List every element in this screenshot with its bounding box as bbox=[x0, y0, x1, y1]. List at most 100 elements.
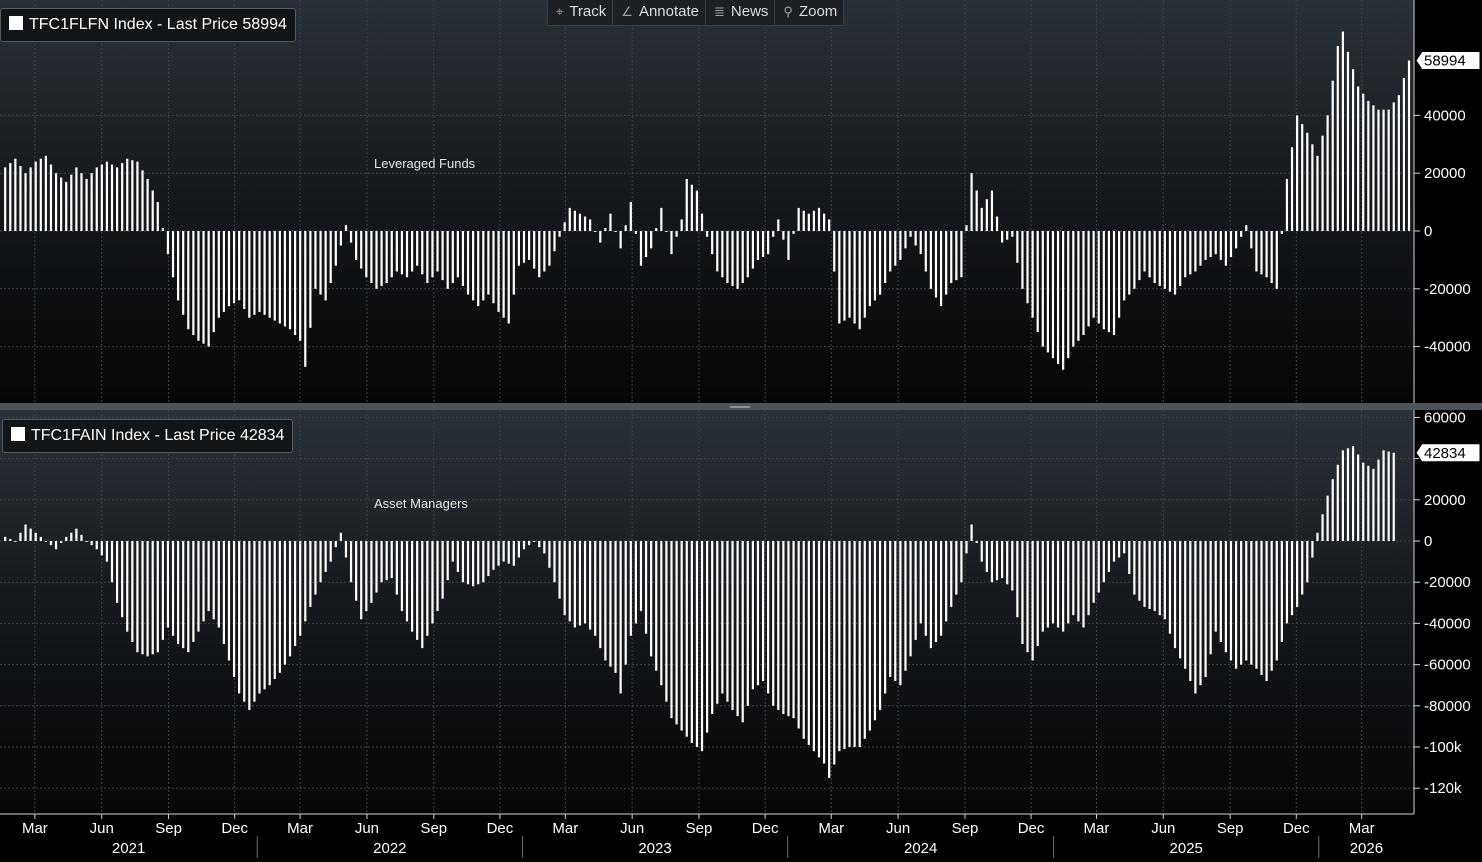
bar bbox=[690, 184, 693, 231]
bar bbox=[75, 167, 78, 231]
bar bbox=[349, 231, 353, 243]
bar bbox=[1194, 541, 1197, 694]
bar bbox=[1260, 231, 1263, 275]
bar bbox=[1112, 231, 1116, 336]
annotate-button[interactable]: ∠ Annotate bbox=[613, 0, 706, 25]
track-button[interactable]: ⌖ Track bbox=[548, 0, 614, 25]
bar bbox=[1011, 541, 1014, 591]
bar bbox=[527, 541, 531, 546]
bar bbox=[522, 231, 526, 263]
bar bbox=[385, 541, 388, 581]
bar bbox=[660, 541, 663, 686]
bar bbox=[1214, 231, 1217, 255]
bar bbox=[141, 170, 144, 231]
bar bbox=[1224, 541, 1228, 653]
bar bbox=[548, 541, 551, 568]
bar bbox=[212, 231, 215, 333]
x-tick-label: Sep bbox=[1217, 820, 1244, 837]
x-tick-label: Jun bbox=[620, 820, 644, 837]
bar bbox=[746, 231, 749, 278]
bar bbox=[1357, 86, 1360, 231]
bar bbox=[970, 524, 973, 541]
bar bbox=[985, 199, 988, 231]
bar bbox=[1209, 541, 1212, 655]
bar bbox=[1016, 541, 1019, 618]
bottom-legend[interactable]: TFC1FAIN Index - Last Price 42834 bbox=[2, 419, 294, 453]
bar bbox=[1163, 541, 1166, 620]
bar bbox=[151, 541, 154, 655]
bar bbox=[80, 173, 83, 231]
x-year-label: 2022 bbox=[373, 840, 406, 857]
bar bbox=[314, 541, 317, 595]
bar bbox=[1062, 231, 1065, 370]
bar bbox=[573, 210, 576, 231]
y-tick-label: 20000 bbox=[1424, 165, 1466, 182]
bar bbox=[1392, 102, 1395, 232]
bar bbox=[436, 231, 439, 272]
bar bbox=[843, 541, 846, 750]
bar bbox=[807, 541, 810, 745]
bar bbox=[319, 231, 322, 295]
bar bbox=[914, 231, 917, 246]
bar bbox=[253, 231, 256, 315]
bar bbox=[329, 541, 332, 562]
x-tick-label: Jun bbox=[90, 820, 114, 837]
bar bbox=[1062, 541, 1065, 632]
bar bbox=[70, 174, 73, 231]
bar bbox=[1092, 541, 1095, 603]
bar bbox=[899, 231, 902, 260]
bar bbox=[1240, 541, 1243, 665]
bar bbox=[304, 541, 307, 622]
top-series-label: Leveraged Funds bbox=[374, 156, 476, 171]
bar bbox=[426, 231, 429, 284]
bar bbox=[1362, 462, 1365, 541]
bar bbox=[14, 541, 17, 542]
magnifier-icon: ⚲ bbox=[783, 4, 793, 19]
bar bbox=[385, 231, 388, 284]
bar bbox=[767, 541, 770, 694]
bar bbox=[777, 541, 780, 710]
bar bbox=[975, 190, 978, 231]
bar bbox=[1311, 541, 1314, 558]
x-tick-label: Sep bbox=[686, 820, 713, 837]
bar bbox=[706, 231, 709, 237]
bar bbox=[248, 541, 251, 710]
bar bbox=[1387, 451, 1390, 541]
bar bbox=[421, 541, 424, 649]
bar bbox=[1138, 541, 1141, 601]
bar bbox=[1357, 454, 1360, 541]
bar bbox=[146, 541, 149, 657]
bar bbox=[589, 219, 592, 231]
bar bbox=[533, 231, 536, 269]
bar bbox=[619, 541, 622, 694]
bar bbox=[248, 231, 251, 318]
zoom-button[interactable]: ⚲ Zoom bbox=[775, 0, 843, 25]
bar bbox=[1016, 231, 1019, 263]
x-tick-label: Mar bbox=[1084, 820, 1110, 837]
bar bbox=[288, 541, 292, 657]
bar bbox=[187, 541, 190, 653]
bar bbox=[838, 231, 841, 324]
bar bbox=[665, 541, 668, 702]
bar bbox=[360, 541, 363, 620]
bar bbox=[1270, 541, 1273, 671]
bar bbox=[950, 231, 953, 284]
bar bbox=[990, 190, 994, 231]
bar bbox=[889, 231, 892, 272]
bar bbox=[614, 231, 617, 232]
bar bbox=[670, 541, 673, 719]
bar bbox=[680, 219, 683, 231]
top-legend[interactable]: TFC1FLFN Index - Last Price 58994 bbox=[0, 8, 296, 42]
bar bbox=[4, 536, 7, 541]
bar bbox=[110, 164, 114, 231]
bar bbox=[309, 231, 312, 328]
x-year-label: 2026 bbox=[1350, 840, 1383, 857]
bar bbox=[105, 541, 109, 562]
news-button[interactable]: ≣ News bbox=[706, 0, 776, 25]
last-price-tag-value: 58994 bbox=[1424, 53, 1466, 70]
bar bbox=[1148, 541, 1151, 609]
bar bbox=[787, 541, 790, 717]
bar bbox=[110, 541, 114, 583]
bar bbox=[772, 541, 775, 706]
bar bbox=[1255, 541, 1258, 669]
